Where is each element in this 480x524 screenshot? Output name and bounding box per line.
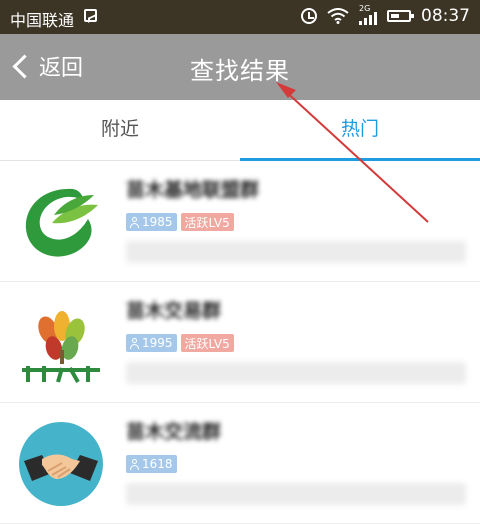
group-description-redacted bbox=[126, 483, 466, 505]
group-description-redacted bbox=[126, 241, 466, 263]
member-count: 1618 bbox=[142, 457, 173, 471]
tab-nearby[interactable]: 附近 bbox=[0, 100, 240, 160]
wifi-icon bbox=[327, 8, 349, 24]
status-bar: 中国联通 2G 08:37 bbox=[0, 0, 480, 34]
title-bar: 返回 查找结果 bbox=[0, 34, 480, 100]
list-item[interactable]: 苗木基地联盟群 1985 活跃LV5 bbox=[0, 161, 480, 282]
battery-icon bbox=[387, 10, 414, 22]
carrier-label: 中国联通 bbox=[10, 11, 75, 30]
person-icon bbox=[130, 337, 139, 349]
signal-icon: 2G bbox=[359, 4, 377, 25]
group-avatar-leaf-logo bbox=[18, 179, 104, 265]
status-icons: 2G 08:37 bbox=[301, 4, 470, 26]
group-name: 苗木交流群 bbox=[126, 421, 222, 443]
alarm-icon bbox=[301, 8, 317, 24]
member-count: 1985 bbox=[142, 215, 173, 229]
results-list: 苗木基地联盟群 1985 活跃LV5 苗木交易群 1995 活跃LV5 苗木交流… bbox=[0, 161, 480, 524]
list-item[interactable]: 苗木交流群 1618 bbox=[0, 403, 480, 524]
image-notification-icon bbox=[84, 9, 97, 22]
person-icon bbox=[130, 458, 139, 470]
tab-bar: 附近 热门 bbox=[0, 100, 480, 161]
group-avatar-handshake-logo bbox=[19, 422, 103, 506]
group-avatar-sapling-logo bbox=[18, 300, 104, 386]
activity-badge: 活跃LV5 bbox=[180, 334, 234, 352]
member-count-badge: 1995 bbox=[126, 334, 177, 352]
group-badges: 1995 活跃LV5 bbox=[126, 334, 234, 352]
person-icon bbox=[130, 216, 139, 228]
tab-hot[interactable]: 热门 bbox=[240, 100, 480, 160]
group-description-redacted bbox=[126, 362, 466, 384]
member-count-badge: 1618 bbox=[126, 455, 177, 473]
page-title: 查找结果 bbox=[190, 57, 290, 85]
group-name: 苗木基地联盟群 bbox=[126, 179, 260, 201]
list-item[interactable]: 苗木交易群 1995 活跃LV5 bbox=[0, 282, 480, 403]
group-badges: 1618 bbox=[126, 455, 177, 473]
network-type-label: 2G bbox=[359, 3, 371, 13]
member-count-badge: 1985 bbox=[126, 213, 177, 231]
clock: 08:37 bbox=[421, 6, 470, 26]
member-count: 1995 bbox=[142, 336, 173, 350]
group-badges: 1985 活跃LV5 bbox=[126, 213, 234, 231]
group-name: 苗木交易群 bbox=[126, 300, 222, 322]
activity-badge: 活跃LV5 bbox=[180, 213, 234, 231]
